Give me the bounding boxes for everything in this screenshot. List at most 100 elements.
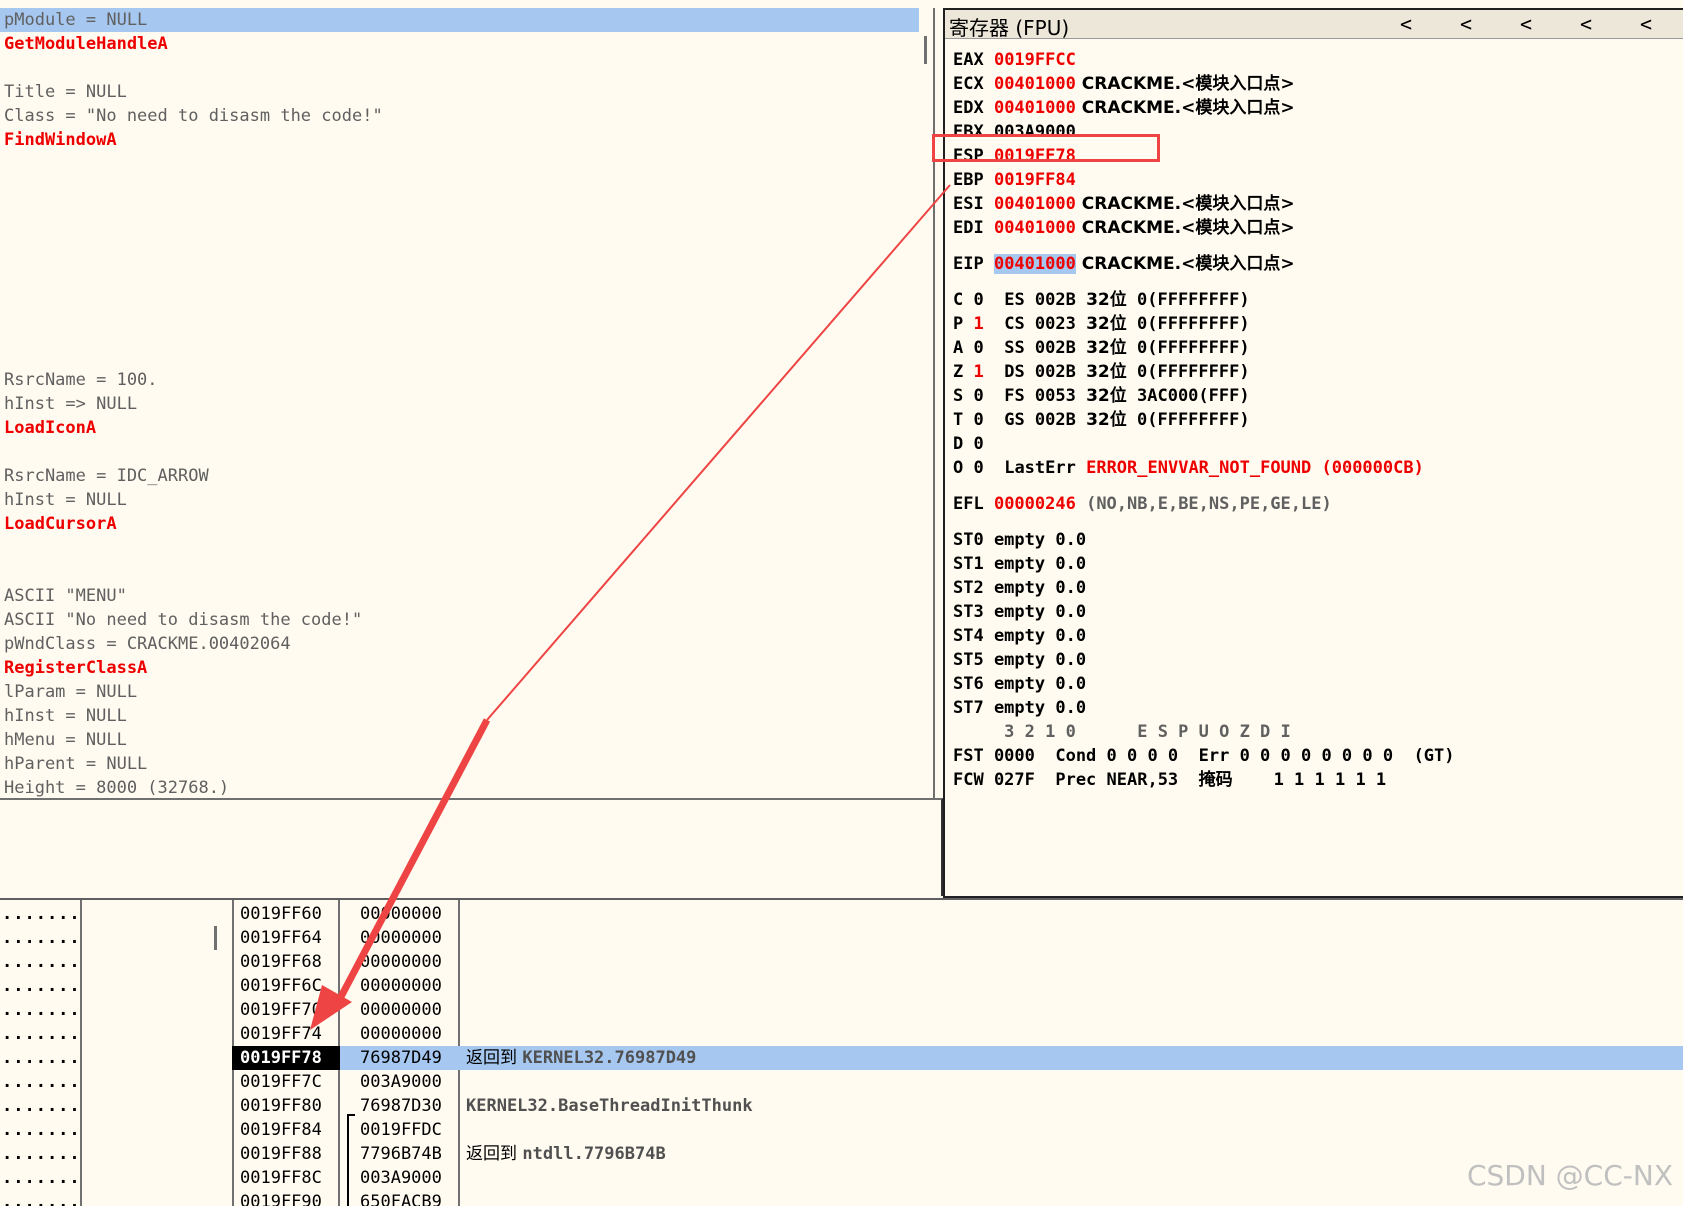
stack-address[interactable]: 0019FF84 bbox=[240, 1118, 322, 1142]
stack-address[interactable]: 0019FF64 bbox=[240, 926, 322, 950]
comment-line[interactable]: RsrcName = 100. bbox=[0, 368, 158, 392]
stack-value[interactable]: 0019FFDC bbox=[360, 1118, 442, 1142]
stack-address[interactable]: 0019FF8C bbox=[240, 1166, 322, 1190]
comment-line[interactable]: ASCII "No need to disasm the code!" bbox=[0, 608, 362, 632]
stack-value[interactable]: 003A9000 bbox=[360, 1070, 442, 1094]
stack-row[interactable]: ....... 0019FF64 00000000 bbox=[0, 926, 1683, 950]
stack-row[interactable]: ....... 0019FF7C 003A9000 bbox=[0, 1070, 1683, 1094]
stack-address[interactable]: 0019FF78 bbox=[232, 1046, 340, 1070]
register-value[interactable]: 00401000 bbox=[994, 218, 1076, 238]
stack-row[interactable]: ....... 0019FF60 00000000 bbox=[0, 902, 1683, 926]
register-value[interactable]: 0019FF84 bbox=[994, 170, 1076, 190]
stack-row[interactable]: ....... 0019FF8C 003A9000 bbox=[0, 1166, 1683, 1190]
stack-value[interactable]: 003A9000 bbox=[360, 1166, 442, 1190]
stack-row[interactable]: ....... 0019FF68 00000000 bbox=[0, 950, 1683, 974]
fpu-register[interactable]: ST4 empty 0.0 bbox=[953, 626, 1086, 646]
stack-address[interactable]: 0019FF88 bbox=[240, 1142, 322, 1166]
fpu-register[interactable]: ST1 empty 0.0 bbox=[953, 554, 1086, 574]
stack-value[interactable]: 650FACB9 bbox=[360, 1190, 442, 1206]
comment-line[interactable]: GetModuleHandleA bbox=[0, 32, 168, 56]
comment-line[interactable]: Title = NULL bbox=[0, 80, 127, 104]
stack-row[interactable]: ....... 0019FF70 00000000 bbox=[0, 998, 1683, 1022]
comment-line[interactable]: RsrcName = IDC_ARROW bbox=[0, 464, 209, 488]
fpu-register[interactable]: ST2 empty 0.0 bbox=[953, 578, 1086, 598]
comment-line[interactable]: LoadIconA bbox=[0, 416, 96, 440]
comment-line[interactable]: FindWindowA bbox=[0, 128, 117, 152]
comment-line[interactable]: pWndClass = CRACKME.00402064 bbox=[0, 632, 291, 656]
flag-value[interactable]: 0 bbox=[973, 290, 983, 310]
stack-address[interactable]: 0019FF70 bbox=[240, 998, 322, 1022]
comment-line[interactable]: hParent = NULL bbox=[0, 752, 147, 776]
comment-line[interactable]: LoadCursorA bbox=[0, 512, 117, 536]
stack-row[interactable]: ....... 0019FF88 7796B74B 返回到 ntdll.7796B74… bbox=[0, 1142, 1683, 1166]
stack-address[interactable]: 0019FF68 bbox=[240, 950, 322, 974]
stack-row[interactable]: ....... 0019FF84 0019FFDC bbox=[0, 1118, 1683, 1142]
comment-line[interactable] bbox=[0, 560, 4, 584]
stack-value[interactable]: 00000000 bbox=[360, 950, 442, 974]
stack-value[interactable]: 76987D49 bbox=[360, 1046, 442, 1070]
stack-row[interactable]: ....... 0019FF6C 00000000 bbox=[0, 974, 1683, 998]
register-value[interactable]: 00401000 bbox=[993, 254, 1076, 274]
flag-value[interactable]: 0 bbox=[973, 434, 983, 454]
stack-row[interactable]: ....... 0019FF80 76987D30 KERNEL32.BaseThre… bbox=[0, 1094, 1683, 1118]
comment-line[interactable] bbox=[0, 200, 4, 224]
comment-line[interactable] bbox=[0, 536, 4, 560]
stack-row[interactable]: ....... 0019FF90 650FACB9 bbox=[0, 1190, 1683, 1206]
fpu-register[interactable]: ST7 empty 0.0 bbox=[953, 698, 1086, 718]
comment-line[interactable] bbox=[0, 152, 4, 176]
stack-value[interactable]: 00000000 bbox=[360, 1022, 442, 1046]
comment-line[interactable]: pModule = NULL bbox=[0, 8, 919, 32]
fpu-register[interactable]: ST3 empty 0.0 bbox=[953, 602, 1086, 622]
fpu-register[interactable]: ST0 empty 0.0 bbox=[953, 530, 1086, 550]
fpu-register[interactable]: ST5 empty 0.0 bbox=[953, 650, 1086, 670]
stack-address[interactable]: 0019FF7C bbox=[240, 1070, 322, 1094]
comment-line[interactable]: ASCII "MENU" bbox=[0, 584, 127, 608]
nav-arrow-button[interactable]: < bbox=[1640, 12, 1652, 36]
nav-arrow-button[interactable]: < bbox=[1580, 12, 1592, 36]
comment-line[interactable] bbox=[0, 320, 4, 344]
comment-line[interactable] bbox=[0, 272, 4, 296]
register-value[interactable]: 00401000 bbox=[994, 98, 1076, 118]
comment-line[interactable]: Height = 8000 (32768.) bbox=[0, 776, 229, 798]
stack-row[interactable]: ....... 0019FF78 76987D49 返回到 KERNEL32.7698… bbox=[0, 1046, 1683, 1070]
comment-line[interactable] bbox=[0, 296, 4, 320]
comment-line[interactable] bbox=[0, 56, 4, 80]
comment-line[interactable]: lParam = NULL bbox=[0, 680, 137, 704]
comment-line[interactable]: RegisterClassA bbox=[0, 656, 147, 680]
flag-value[interactable]: 0 bbox=[973, 410, 983, 430]
comment-line[interactable] bbox=[0, 248, 4, 272]
disassembly-comment-pane[interactable]: pModule = NULL GetModuleHandleA Title = NU… bbox=[0, 8, 935, 798]
stack-value[interactable]: 00000000 bbox=[360, 902, 442, 926]
comment-line[interactable] bbox=[0, 440, 4, 464]
register-value[interactable]: 00401000 bbox=[994, 194, 1076, 214]
flag-value[interactable]: 0 bbox=[973, 458, 983, 478]
comment-line[interactable] bbox=[0, 224, 4, 248]
flag-value[interactable]: 0 bbox=[973, 338, 983, 358]
comment-line[interactable]: Class = "No need to disasm the code!" bbox=[0, 104, 383, 128]
fpu-register[interactable]: ST6 empty 0.0 bbox=[953, 674, 1086, 694]
comment-line[interactable]: hMenu = NULL bbox=[0, 728, 127, 752]
stack-value[interactable]: 00000000 bbox=[360, 998, 442, 1022]
stack-address[interactable]: 0019FF6C bbox=[240, 974, 322, 998]
register-value[interactable]: 00401000 bbox=[994, 74, 1076, 94]
stack-address[interactable]: 0019FF60 bbox=[240, 902, 322, 926]
flag-value[interactable]: 0 bbox=[973, 386, 983, 406]
stack-value[interactable]: 00000000 bbox=[360, 926, 442, 950]
stack-row[interactable]: ....... 0019FF74 00000000 bbox=[0, 1022, 1683, 1046]
flag-value[interactable]: 1 bbox=[973, 362, 983, 382]
flag-value[interactable]: 1 bbox=[973, 314, 983, 334]
comment-line[interactable]: hInst = NULL bbox=[0, 488, 127, 512]
stack-address[interactable]: 0019FF74 bbox=[240, 1022, 322, 1046]
comment-line[interactable]: hInst = NULL bbox=[0, 704, 127, 728]
stack-pane[interactable]: ....... 0019FF60 00000000....... 0019FF64 00… bbox=[0, 898, 1683, 1206]
stack-value[interactable]: 00000000 bbox=[360, 974, 442, 998]
stack-value[interactable]: 7796B74B bbox=[360, 1142, 442, 1166]
stack-value[interactable]: 76987D30 bbox=[360, 1094, 442, 1118]
register-value[interactable]: 00000246 bbox=[994, 494, 1076, 514]
stack-address[interactable]: 0019FF80 bbox=[240, 1094, 322, 1118]
register-value[interactable]: 0019FFCC bbox=[994, 50, 1076, 70]
scrollbar-thumb[interactable] bbox=[924, 36, 927, 64]
nav-arrow-button[interactable]: < bbox=[1460, 12, 1472, 36]
comment-line[interactable]: hInst => NULL bbox=[0, 392, 137, 416]
nav-arrow-button[interactable]: < bbox=[1400, 12, 1412, 36]
